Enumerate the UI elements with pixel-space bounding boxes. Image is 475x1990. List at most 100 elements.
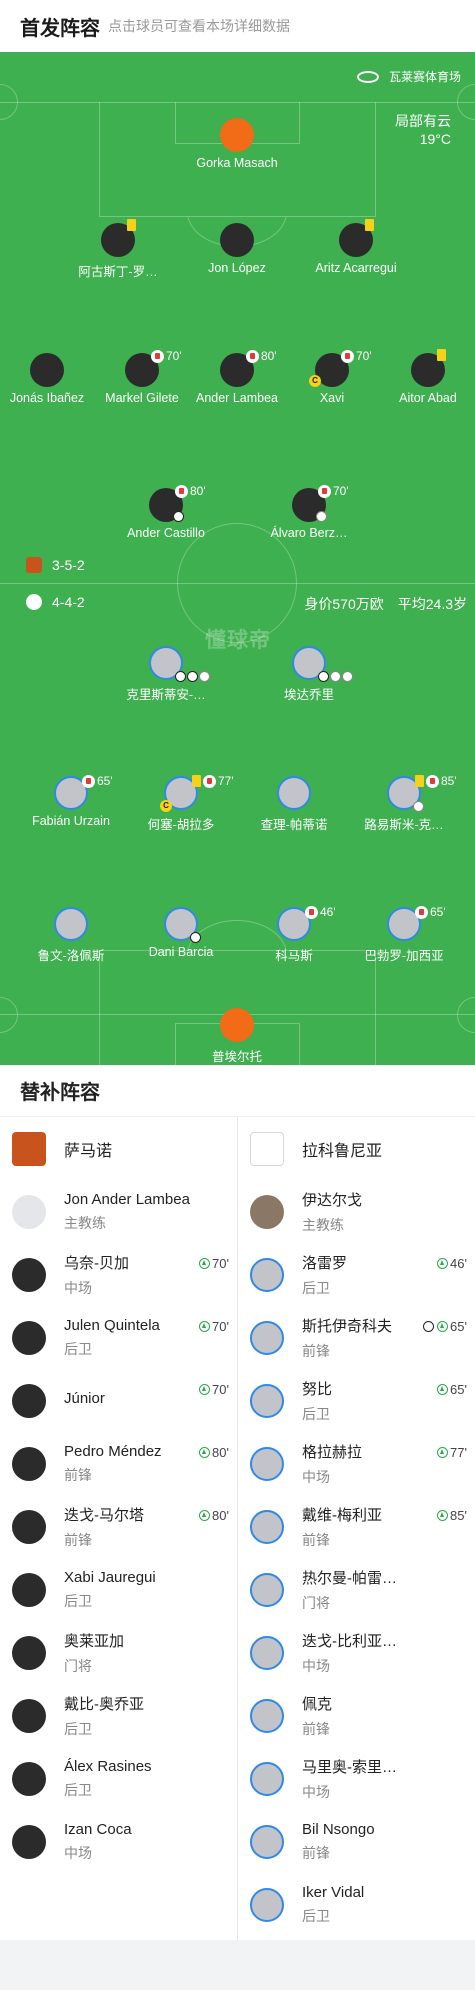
sub-player-name: 迭戈-比利亚… [302,1632,397,1650]
sub-player-name: Álex Rasines [64,1757,152,1775]
sub-player-position: 后卫 [302,1279,330,1296]
sub-player-row[interactable]: Bil Nsongo 前锋 [238,1810,475,1873]
captain-badge: C [160,800,172,812]
sub-player-row[interactable]: 热尔曼-帕雷… 门将 [238,1558,475,1621]
sub-player-row[interactable]: 佩克 前锋 [238,1684,475,1747]
player[interactable]: Aritz Acarregui [296,219,416,275]
sub-player-row[interactable]: Izan Coca 中场 [0,1810,237,1873]
sub-player-position: 后卫 [302,1907,330,1924]
substitution-icon [305,905,318,919]
player-name: 查理-帕蒂诺 [260,818,328,832]
sub-player-position: 后卫 [64,1340,92,1357]
player-name: Fabián Urzain [32,814,110,828]
goal-ball-icon [173,511,184,522]
sub-time: 80' [190,484,206,498]
sub-player-row[interactable]: 戴比-奥乔亚 后卫 [0,1684,237,1747]
player[interactable]: Aitor Abad [368,349,475,405]
sub-player-row[interactable]: 洛雷罗 后卫 46' [238,1243,475,1306]
player-events: 85' [415,774,457,788]
venue-name: 瓦莱赛体育场 [388,70,461,84]
player-avatar [149,646,210,682]
player[interactable]: Gorka Masach [177,118,297,170]
sub-player-row[interactable]: Álex Rasines 后卫 [0,1747,237,1810]
substitution-icon [246,349,259,363]
player-avatar [250,1509,284,1544]
sub-player-row[interactable]: 格拉赫拉 中场 77' [238,1432,475,1495]
sub-player-position: 门将 [302,1594,330,1611]
sub-player-row[interactable]: 马里奥-索里… 中场 [238,1747,475,1810]
player[interactable]: Jon López [177,223,297,275]
sub-player-name: 戴比-奥乔亚 [64,1695,144,1713]
sub-in-icon [437,1510,449,1521]
sub-in-time: 80' [199,1508,229,1523]
away-formation: 4-4-2 [26,594,85,610]
player-avatar [411,349,446,387]
player[interactable]: 46' 科马斯 [234,905,354,964]
away-coach-row[interactable]: 伊达尔戈 主教练 [238,1180,475,1243]
page-footer-gap [0,1940,475,1990]
sub-player-name: 奥莱亚加 [64,1632,125,1650]
sub-player-name: Pedro Méndez [64,1442,162,1460]
away-average-age: 平均24.3岁 [397,596,467,612]
sub-player-row[interactable]: Júnior 70' [0,1369,237,1432]
sub-player-row[interactable]: 迭戈-马尔塔 前锋 80' [0,1495,237,1558]
away-team-row[interactable]: 拉科鲁尼亚 [238,1117,475,1180]
player[interactable]: 克里斯蒂安-… [106,646,226,703]
player[interactable]: 普埃尔托 [177,1008,297,1065]
goal-ball-icon [175,671,186,682]
sub-player-row[interactable]: Iker Vidal 后卫 [238,1873,475,1936]
player[interactable]: 阿古斯丁-罗… [58,219,178,280]
sub-player-position: 后卫 [64,1592,92,1609]
player[interactable]: Dani Barcia [121,907,241,959]
player-name: 巴勃罗-加西亚 [364,949,444,963]
substitution-icon [175,484,188,498]
yellow-card-icon [127,219,136,231]
away-formation-text: 4-4-2 [52,594,85,610]
goal-icons [173,511,185,522]
sub-player-row[interactable]: Xabi Jauregui 后卫 [0,1558,237,1621]
sub-player-name: 马里奥-索里… [302,1758,397,1776]
player-events: 80' [175,484,206,498]
home-formation: 3-5-2 [26,557,85,573]
sub-player-position: 中场 [64,1279,92,1296]
sub-player-row[interactable]: 努比 后卫 65' [238,1369,475,1432]
player[interactable]: 鲁文-洛佩斯 [11,907,131,964]
player[interactable]: 80' Ander Castillo [106,484,226,540]
sub-in-icon [199,1258,211,1269]
sub-in-minute: 85' [450,1508,467,1523]
player[interactable]: 65' Fabián Urzain [11,774,131,828]
sub-player-position: 中场 [302,1468,330,1485]
sub-player-row[interactable]: 迭戈-比利亚… 中场 [238,1621,475,1684]
sub-player-row[interactable]: 乌奈-贝加 中场 70' [0,1243,237,1306]
sub-player-row[interactable]: 斯托伊奇科夫 前锋 65' [238,1306,475,1369]
sub-player-row[interactable]: Julen Quintela 后卫 70' [0,1306,237,1369]
player[interactable]: 85' 路易斯米-克… [344,774,464,833]
sub-player-name: Xabi Jauregui [64,1568,156,1586]
player-avatar [12,1257,46,1292]
player[interactable]: 77' C 何塞-胡拉多 [121,774,241,833]
sub-player-name: Iker Vidal [302,1883,365,1901]
sub-in-icon [199,1510,211,1521]
home-coach-row[interactable]: Jon Ander Lambea 主教练 [0,1180,237,1243]
sub-player-row[interactable]: 戴维-梅利亚 前锋 85' [238,1495,475,1558]
player[interactable]: 埃达乔里 [249,646,369,703]
substitution-icon [151,349,164,363]
player[interactable]: 70' Álvaro Berz… [249,484,369,540]
home-formation-text: 3-5-2 [52,557,85,573]
sub-player-position: 前锋 [64,1466,92,1483]
sub-player-name: 乌奈-贝加 [64,1254,129,1272]
yellow-card-icon [415,775,424,787]
sub-player-row[interactable]: 奥莱亚加 门将 [0,1621,237,1684]
home-coach-name: Jon Ander Lambea [64,1190,190,1208]
captain-badge: C [309,375,321,387]
home-team-row[interactable]: 萨马诺 [0,1117,237,1180]
sub-player-row[interactable]: Pedro Méndez 前锋 80' [0,1432,237,1495]
subs-title: 替补阵容 [0,1065,475,1117]
player[interactable]: 查理-帕蒂诺 [234,776,354,833]
assist-ball-icon [199,671,210,682]
player-avatar [250,1572,284,1607]
sub-in-minute: 70' [212,1382,229,1397]
player-avatar [12,1761,46,1796]
player[interactable]: 65' 巴勃罗-加西亚 [344,905,464,964]
sub-player-name: 迭戈-马尔塔 [64,1506,144,1524]
